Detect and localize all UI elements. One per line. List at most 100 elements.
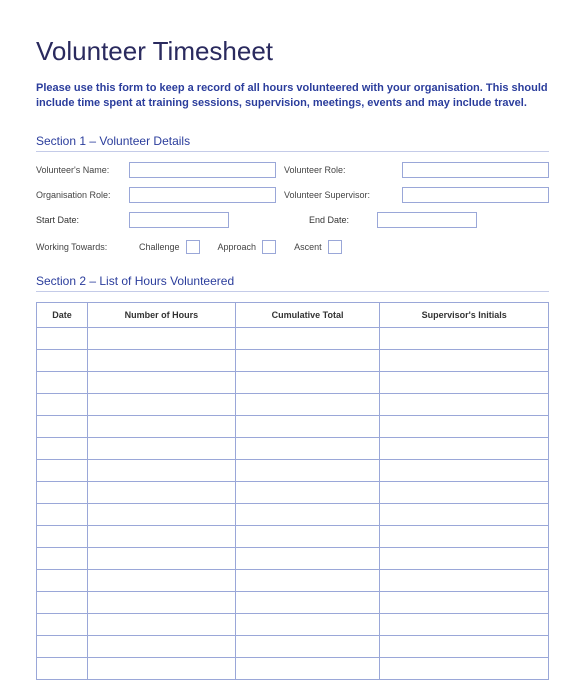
volunteer-details-grid: Volunteer's Name: Volunteer Role: Organi… bbox=[36, 162, 549, 203]
working-towards-row: Working Towards: Challenge Approach Asce… bbox=[36, 240, 549, 254]
page-title: Volunteer Timesheet bbox=[36, 36, 549, 67]
dates-row: Start Date: End Date: bbox=[36, 212, 549, 228]
table-cell[interactable] bbox=[380, 635, 549, 657]
table-cell[interactable] bbox=[380, 657, 549, 679]
table-cell[interactable] bbox=[380, 569, 549, 591]
table-cell[interactable] bbox=[37, 349, 88, 371]
table-cell[interactable] bbox=[380, 613, 549, 635]
table-cell[interactable] bbox=[235, 415, 380, 437]
col-date: Date bbox=[37, 302, 88, 327]
table-cell[interactable] bbox=[37, 613, 88, 635]
table-cell[interactable] bbox=[88, 591, 236, 613]
table-cell[interactable] bbox=[235, 393, 380, 415]
table-cell[interactable] bbox=[235, 525, 380, 547]
table-cell[interactable] bbox=[380, 371, 549, 393]
table-cell[interactable] bbox=[88, 415, 236, 437]
table-cell[interactable] bbox=[88, 525, 236, 547]
table-cell[interactable] bbox=[235, 437, 380, 459]
table-cell[interactable] bbox=[380, 459, 549, 481]
table-cell[interactable] bbox=[37, 657, 88, 679]
table-cell[interactable] bbox=[380, 503, 549, 525]
col-initials: Supervisor's Initials bbox=[380, 302, 549, 327]
table-cell[interactable] bbox=[37, 415, 88, 437]
table-row bbox=[37, 459, 549, 481]
input-volunteer-name[interactable] bbox=[129, 162, 276, 178]
table-cell[interactable] bbox=[380, 393, 549, 415]
table-cell[interactable] bbox=[380, 525, 549, 547]
table-cell[interactable] bbox=[37, 569, 88, 591]
checkbox-ascent[interactable] bbox=[328, 240, 342, 254]
table-cell[interactable] bbox=[380, 415, 549, 437]
table-cell[interactable] bbox=[37, 591, 88, 613]
table-cell[interactable] bbox=[235, 371, 380, 393]
table-cell[interactable] bbox=[88, 459, 236, 481]
table-cell[interactable] bbox=[380, 547, 549, 569]
table-cell[interactable] bbox=[37, 393, 88, 415]
input-start-date[interactable] bbox=[129, 212, 229, 228]
table-cell[interactable] bbox=[235, 481, 380, 503]
table-cell[interactable] bbox=[88, 503, 236, 525]
table-cell[interactable] bbox=[88, 437, 236, 459]
table-row bbox=[37, 591, 549, 613]
page: Volunteer Timesheet Please use this form… bbox=[0, 0, 585, 700]
table-cell[interactable] bbox=[88, 349, 236, 371]
table-cell[interactable] bbox=[235, 547, 380, 569]
table-cell[interactable] bbox=[37, 525, 88, 547]
table-cell[interactable] bbox=[37, 437, 88, 459]
table-cell[interactable] bbox=[235, 613, 380, 635]
checkbox-group-approach: Approach bbox=[218, 240, 277, 254]
table-cell[interactable] bbox=[235, 349, 380, 371]
table-row bbox=[37, 613, 549, 635]
table-cell[interactable] bbox=[37, 327, 88, 349]
table-cell[interactable] bbox=[235, 459, 380, 481]
input-end-date[interactable] bbox=[377, 212, 477, 228]
table-cell[interactable] bbox=[235, 503, 380, 525]
table-cell[interactable] bbox=[235, 327, 380, 349]
table-cell[interactable] bbox=[37, 481, 88, 503]
table-cell[interactable] bbox=[235, 635, 380, 657]
table-row bbox=[37, 393, 549, 415]
label-org-role: Organisation Role: bbox=[36, 190, 121, 200]
label-volunteer-name: Volunteer's Name: bbox=[36, 165, 121, 175]
label-approach: Approach bbox=[218, 242, 257, 252]
table-cell[interactable] bbox=[235, 657, 380, 679]
table-cell[interactable] bbox=[88, 393, 236, 415]
table-cell[interactable] bbox=[235, 591, 380, 613]
col-hours: Number of Hours bbox=[88, 302, 236, 327]
input-supervisor[interactable] bbox=[402, 187, 549, 203]
table-cell[interactable] bbox=[88, 613, 236, 635]
label-working-towards: Working Towards: bbox=[36, 242, 121, 252]
table-row bbox=[37, 327, 549, 349]
input-org-role[interactable] bbox=[129, 187, 276, 203]
table-row bbox=[37, 415, 549, 437]
table-cell[interactable] bbox=[37, 371, 88, 393]
section2-heading: Section 2 – List of Hours Volunteered bbox=[36, 274, 549, 292]
table-cell[interactable] bbox=[88, 327, 236, 349]
table-cell[interactable] bbox=[380, 591, 549, 613]
table-cell[interactable] bbox=[235, 569, 380, 591]
label-supervisor: Volunteer Supervisor: bbox=[284, 190, 394, 200]
checkbox-group-challenge: Challenge bbox=[139, 240, 200, 254]
label-start-date: Start Date: bbox=[36, 215, 121, 225]
table-cell[interactable] bbox=[37, 459, 88, 481]
table-cell[interactable] bbox=[380, 349, 549, 371]
table-cell[interactable] bbox=[88, 547, 236, 569]
checkbox-approach[interactable] bbox=[262, 240, 276, 254]
table-cell[interactable] bbox=[88, 371, 236, 393]
input-volunteer-role[interactable] bbox=[402, 162, 549, 178]
table-cell[interactable] bbox=[37, 503, 88, 525]
table-cell[interactable] bbox=[88, 569, 236, 591]
table-cell[interactable] bbox=[37, 547, 88, 569]
table-cell[interactable] bbox=[88, 635, 236, 657]
checkbox-challenge[interactable] bbox=[186, 240, 200, 254]
hours-table: Date Number of Hours Cumulative Total Su… bbox=[36, 302, 549, 680]
table-cell[interactable] bbox=[380, 437, 549, 459]
section1-heading: Section 1 – Volunteer Details bbox=[36, 134, 549, 152]
table-cell[interactable] bbox=[380, 481, 549, 503]
table-cell[interactable] bbox=[37, 635, 88, 657]
col-cumulative: Cumulative Total bbox=[235, 302, 380, 327]
table-cell[interactable] bbox=[88, 657, 236, 679]
table-cell[interactable] bbox=[380, 327, 549, 349]
table-row bbox=[37, 657, 549, 679]
table-cell[interactable] bbox=[88, 481, 236, 503]
